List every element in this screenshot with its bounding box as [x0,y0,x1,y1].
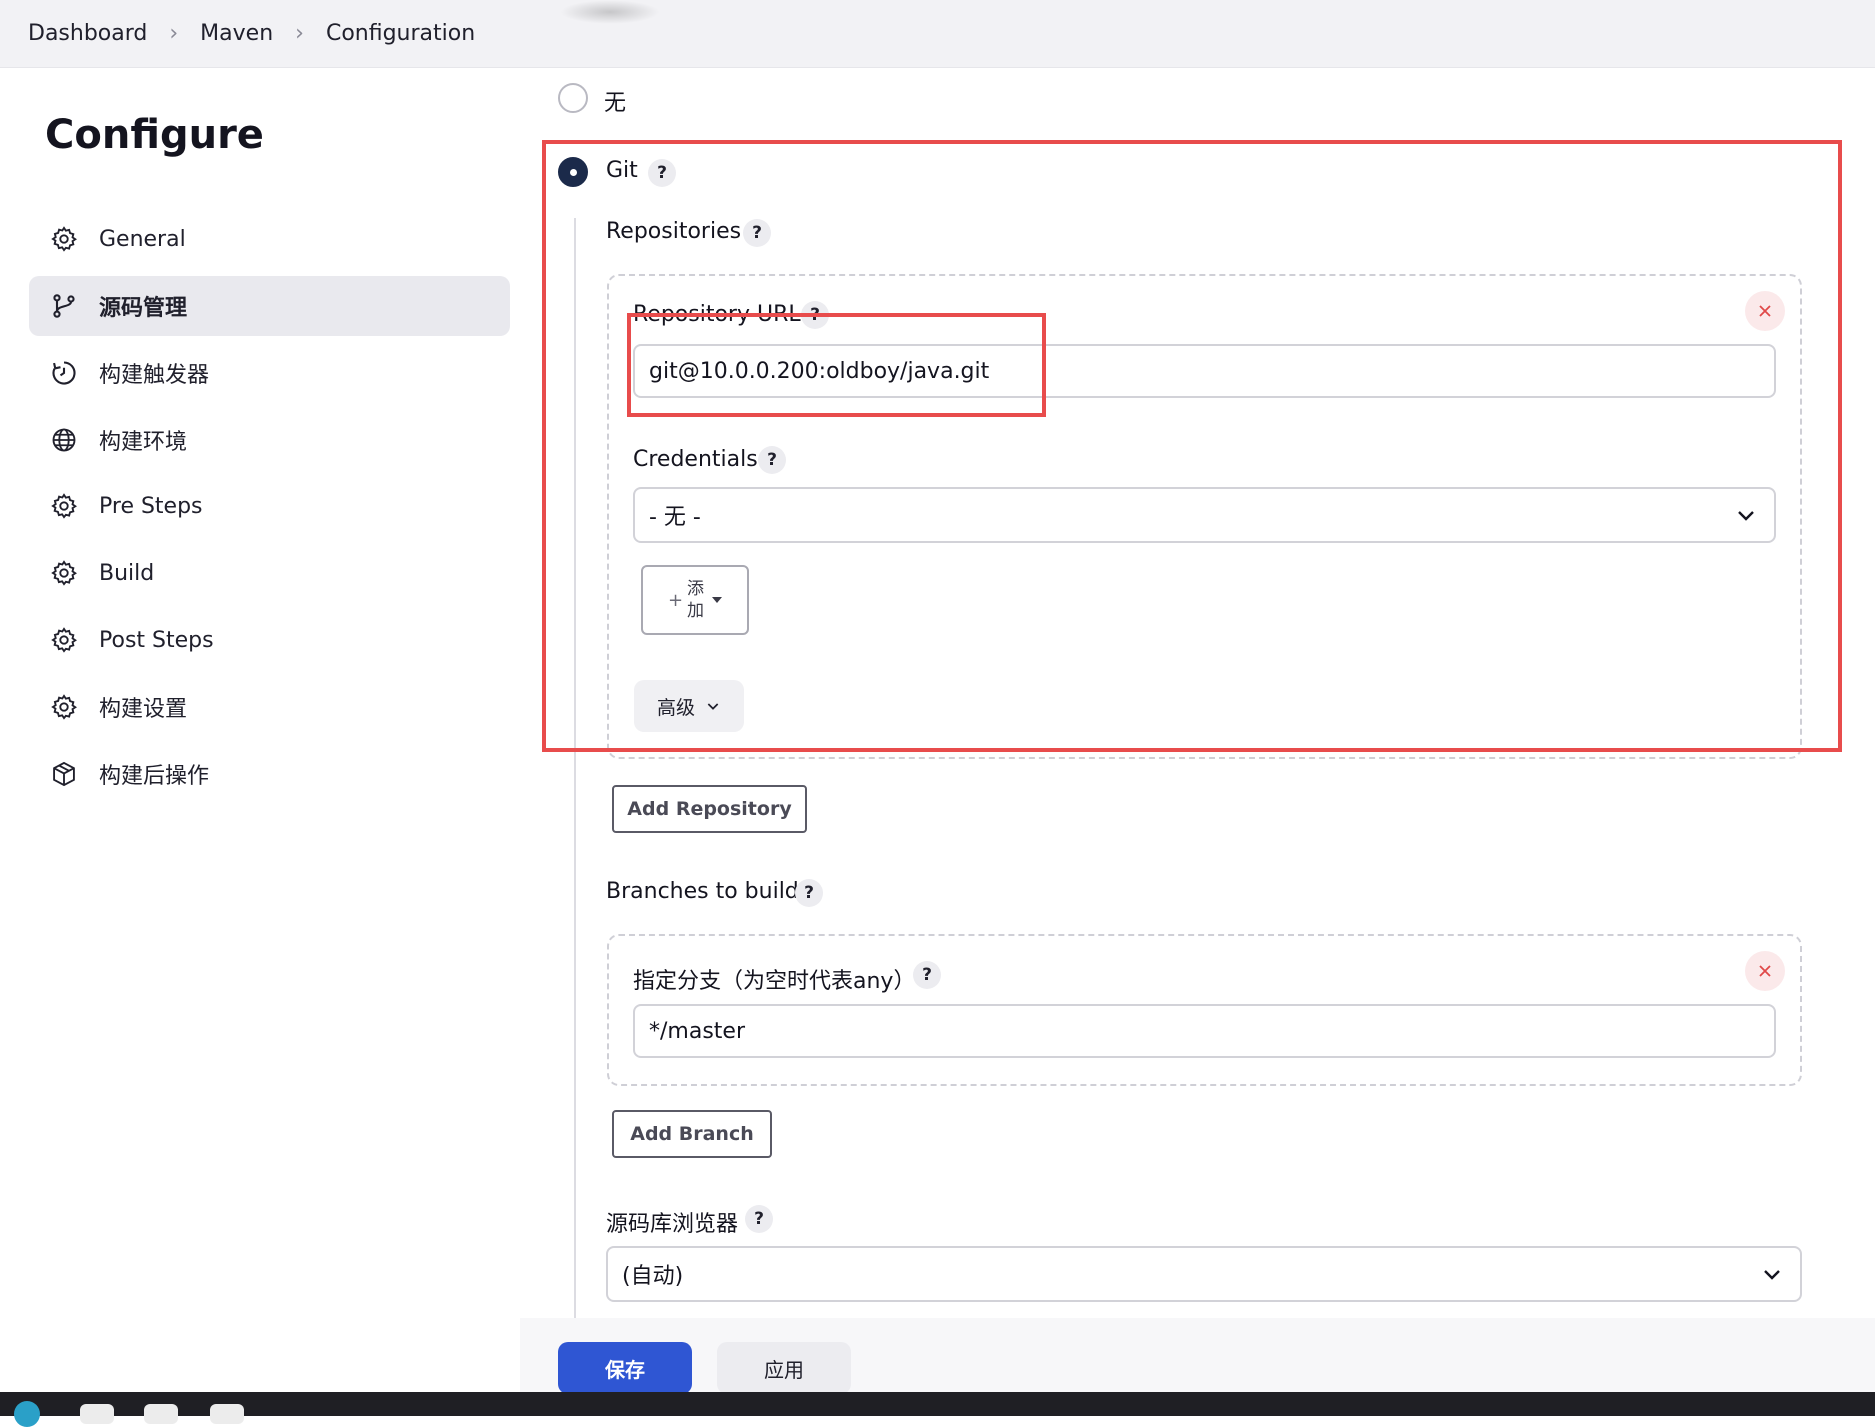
help-branch-specifier-icon[interactable]: ? [913,961,941,989]
sidebar-item-post-build[interactable]: 构建后操作 [29,744,510,804]
sidebar-item-build-triggers[interactable]: 构建触发器 [29,343,510,403]
package-icon [49,759,79,789]
taskbar-app-icon[interactable] [80,1404,114,1424]
radio-none-label: 无 [604,91,627,116]
repo-browser-select[interactable]: (自动) [606,1246,1802,1302]
sidebar-item-build-settings[interactable]: 构建设置 [29,677,510,737]
repo-browser-select-value: (自动) [622,1264,684,1289]
breadcrumb: Dashboard › Maven › Configuration [0,0,1875,68]
branch-specifier-input[interactable]: */master [633,1004,1776,1058]
gear-icon [49,625,79,655]
taskbar-app-icon[interactable] [210,1404,244,1424]
branch-icon [49,291,79,321]
breadcrumb-dashboard[interactable]: Dashboard [28,21,147,46]
branches-label: Branches to build [606,879,799,904]
gear-icon [49,692,79,722]
gear-icon [49,491,79,521]
sidebar-item-pre-steps[interactable]: Pre Steps [29,476,510,536]
chevron-right-icon: › [169,21,179,46]
sidebar-item-label: 源码管理 [99,296,188,321]
os-taskbar [0,1392,1875,1427]
sidebar-item-post-steps[interactable]: Post Steps [29,610,510,670]
add-branch-button[interactable]: Add Branch [612,1110,772,1158]
taskbar-app-icon[interactable] [144,1404,178,1424]
add-repository-button[interactable]: Add Repository [612,785,807,833]
breadcrumb-maven[interactable]: Maven [200,21,273,46]
page-title: Configure [45,112,264,158]
sidebar-item-general[interactable]: General [29,209,510,269]
sidebar-item-label: Pre Steps [99,493,203,519]
sidebar-item-scm[interactable]: 源码管理 [29,276,510,336]
sidebar-item-label: Post Steps [99,627,214,653]
gear-icon [49,558,79,588]
remove-branch-button[interactable] [1745,951,1785,991]
close-icon [1759,965,1771,977]
chevron-right-icon: › [295,21,304,46]
sidebar-item-label: General [99,226,186,252]
highlight-git-section [542,140,1842,752]
breadcrumb-configuration[interactable]: Configuration [326,21,475,46]
highlight-repository-url [627,313,1046,417]
help-branches-icon[interactable]: ? [795,879,823,907]
sidebar-item-label: 构建设置 [99,697,188,722]
gear-icon [49,224,79,254]
apply-button[interactable]: 应用 [717,1342,851,1394]
globe-icon [49,425,79,455]
sidebar-item-label: 构建环境 [99,430,188,455]
sidebar-item-build-environment[interactable]: 构建环境 [29,410,510,470]
sidebar-item-label: Build [99,560,155,586]
sidebar-item-build[interactable]: Build [29,543,510,603]
chevron-down-icon [1764,1270,1780,1280]
repo-browser-label: 源码库浏览器 [606,1212,739,1237]
save-button[interactable]: 保存 [558,1342,692,1394]
radio-none[interactable] [558,83,588,113]
sidebar-item-label: 构建后操作 [99,764,210,789]
sidebar-item-label: 构建触发器 [99,363,210,388]
clock-icon [49,358,79,388]
cursor-shadow [560,0,660,24]
branch-specifier-label: 指定分支（为空时代表any） [633,969,916,994]
start-icon[interactable] [14,1401,40,1427]
help-repo-browser-icon[interactable]: ? [745,1205,773,1233]
